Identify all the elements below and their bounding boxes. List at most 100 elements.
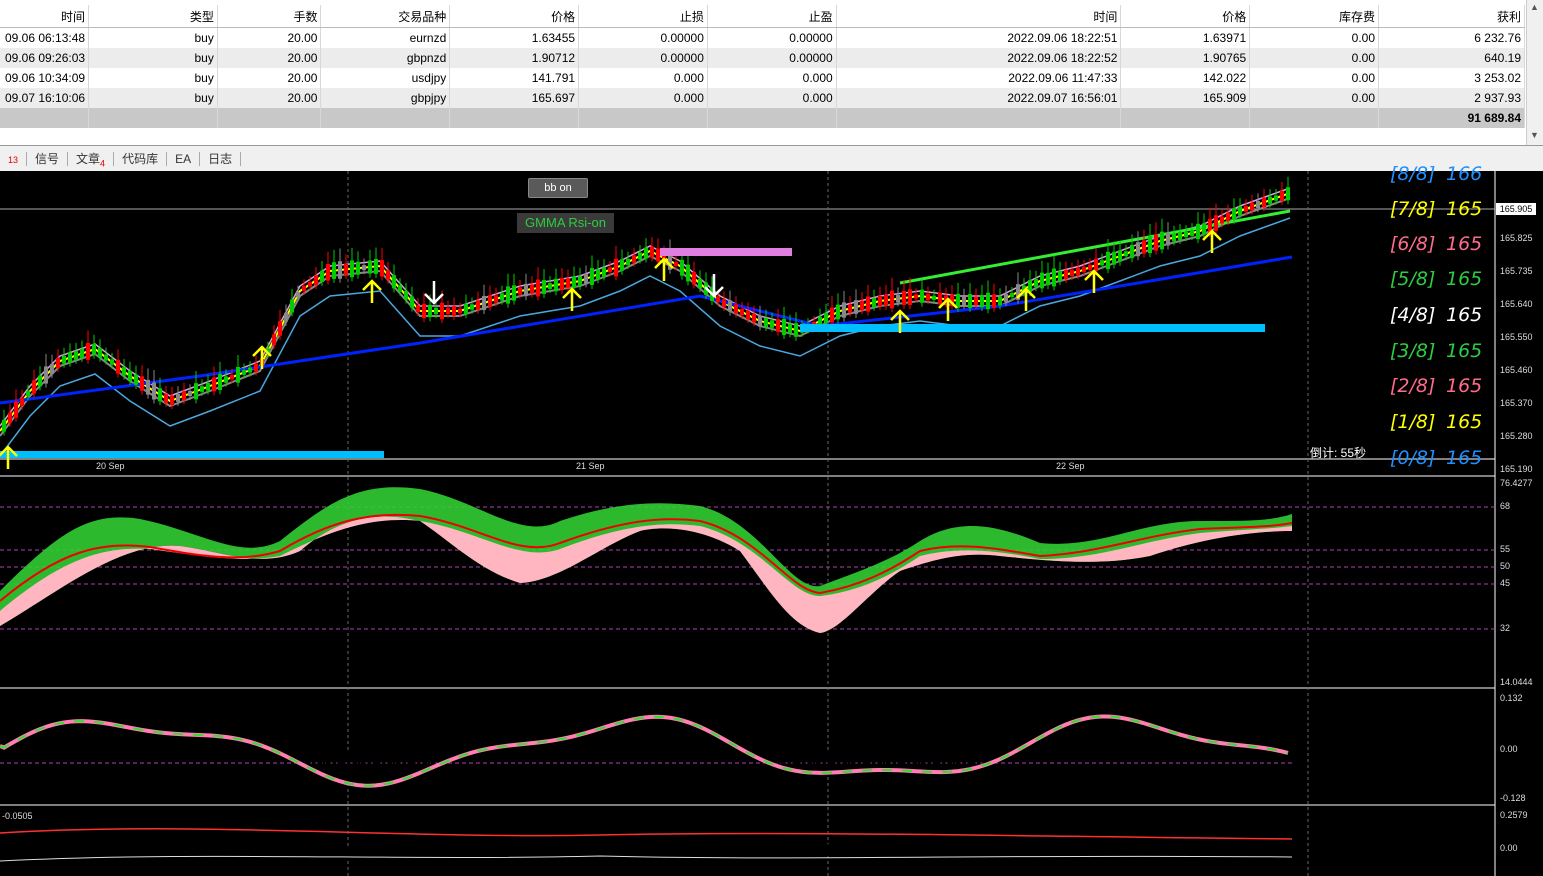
column-header[interactable]: 时间: [836, 5, 1122, 28]
candle-body: [398, 285, 402, 292]
gmma-rsi-button[interactable]: GMMA Rsi-on: [517, 213, 614, 233]
trade-row[interactable]: 09.07 16:10:06 buy 20.00 gbpjpy 165.697 0.000…: [0, 88, 1525, 108]
macd-bar: [397, 750, 401, 781]
resistance-zone-bar: [660, 248, 792, 256]
macd-bar: [1127, 719, 1131, 750]
column-header[interactable]: 类型: [88, 5, 218, 28]
osc-bar: [957, 822, 961, 835]
trade-cell: 141.791: [449, 68, 580, 88]
osc-bar: [352, 848, 356, 861]
osc-bar: [922, 826, 926, 839]
osc-bar: [1192, 848, 1196, 861]
current-price-badge: 165.905: [1496, 203, 1536, 215]
macd-bar: [612, 724, 616, 750]
candle-body: [254, 363, 258, 372]
macd-bar: [787, 750, 791, 770]
price-chart[interactable]: bb on GMMA Rsi-on [8/8] 166 [7/8] 165 [6/8] 1…: [0, 163, 1543, 876]
bb-toggle-button[interactable]: bb on: [528, 178, 588, 198]
macd-bar: [207, 735, 211, 750]
candle-body: [1286, 187, 1290, 201]
macd-bar: [637, 718, 641, 750]
murrey-level-label: [1/8]: [1390, 411, 1436, 433]
osc-bar: [1282, 841, 1286, 854]
candle-body: [242, 370, 246, 375]
osc-bar: [1217, 848, 1221, 861]
trade-cell: 1.63971: [1120, 27, 1251, 48]
column-header[interactable]: 止损: [578, 5, 708, 28]
macd-bar: [157, 732, 161, 750]
indicator-tick-label: 55: [1500, 544, 1511, 554]
osc-bar: [812, 846, 816, 859]
trade-row[interactable]: 09.06 09:26:03 buy 20.00 gbpnzd 1.90712 0.000…: [0, 48, 1525, 68]
trade-row[interactable]: 09.06 10:34:09 buy 20.00 usdjpy 141.791 0.000…: [0, 68, 1525, 88]
tab-3[interactable]: 代码库: [114, 151, 168, 166]
candle-body: [512, 285, 516, 301]
candle-body: [470, 304, 474, 310]
candle-body: [1094, 258, 1098, 272]
tab-1[interactable]: 信号: [27, 151, 69, 166]
macd-bar: [977, 750, 981, 767]
osc-bar: [557, 821, 561, 834]
macd-bar: [812, 750, 816, 773]
candle-body: [296, 292, 300, 298]
osc-bar: [1277, 842, 1281, 855]
candle-body: [482, 295, 486, 311]
tab-5[interactable]: 日志: [200, 151, 242, 166]
osc-bar: [1237, 847, 1241, 860]
price-tick-label: 165.280: [1500, 431, 1533, 441]
column-header[interactable]: 止盈: [707, 5, 837, 28]
tab-4[interactable]: EA: [167, 151, 201, 166]
scroll-up-icon[interactable]: ▲: [1530, 2, 1539, 12]
trade-cell: 0.00: [1249, 88, 1380, 108]
candle-body: [14, 401, 18, 418]
column-header[interactable]: 价格: [1120, 5, 1251, 28]
candle-body: [848, 304, 852, 313]
macd-bar: [152, 731, 156, 750]
osc-bar: [607, 825, 611, 838]
scroll-down-icon[interactable]: ▼: [1530, 130, 1539, 140]
candle-body: [452, 306, 456, 316]
tab-2[interactable]: 文章4: [68, 151, 115, 168]
murrey-level: [8/8] 166: [1390, 163, 1498, 185]
indicator-tick-label: 0.132: [1500, 693, 1523, 703]
trade-cell: 20.00: [217, 27, 322, 48]
macd-bar: [427, 750, 431, 769]
column-header[interactable]: 价格: [449, 5, 580, 28]
osc-bar: [1007, 821, 1011, 834]
column-header[interactable]: 交易品种: [320, 5, 451, 28]
column-header[interactable]: 库存费: [1249, 5, 1380, 28]
osc-bar: [97, 821, 101, 834]
macd-bar: [797, 750, 801, 772]
price-tick-label: 165.825: [1500, 233, 1533, 243]
macd-bar: [1072, 721, 1076, 750]
osc-bar: [652, 833, 656, 846]
trade-cell: buy: [88, 88, 218, 108]
column-header[interactable]: 时间: [0, 5, 90, 28]
osc-bar: [967, 821, 971, 834]
murrey-level-value: 165: [1446, 198, 1483, 220]
macd-bar: [1137, 721, 1141, 750]
candle-body: [230, 375, 234, 380]
osc-bar: [7, 833, 11, 846]
column-header[interactable]: 获利: [1378, 5, 1525, 28]
osc-bar: [882, 834, 886, 847]
osc-bar: [692, 841, 696, 854]
trade-cell: 09.06 06:13:48: [0, 27, 90, 48]
candle-body: [38, 375, 42, 387]
macd-bar: [202, 735, 206, 750]
macd-bar: [42, 727, 46, 750]
vertical-scrollbar[interactable]: ▲ ▼: [1526, 0, 1543, 145]
sell-arrow-icon: [424, 281, 444, 305]
murrey-level-value: 165: [1446, 411, 1483, 433]
trade-row[interactable]: 09.06 06:13:48 buy 20.00 eurnzd 1.63455 0.000…: [0, 27, 1525, 48]
candle-body: [956, 293, 960, 308]
osc-bar: [502, 823, 506, 836]
osc-bar: [1002, 821, 1006, 834]
candle-body: [554, 278, 558, 292]
macd-bar: [1172, 732, 1176, 750]
column-header[interactable]: 手数: [217, 5, 322, 28]
trade-history-table: 时间 类型 手数 交易品种 价格 止损 止盈 时间 价格 库存费 获利 09.06 06:13:48…: [0, 5, 1525, 128]
tab-0[interactable]: 13: [0, 151, 28, 166]
macd-bar: [1112, 716, 1116, 750]
osc-bar: [1122, 839, 1126, 852]
